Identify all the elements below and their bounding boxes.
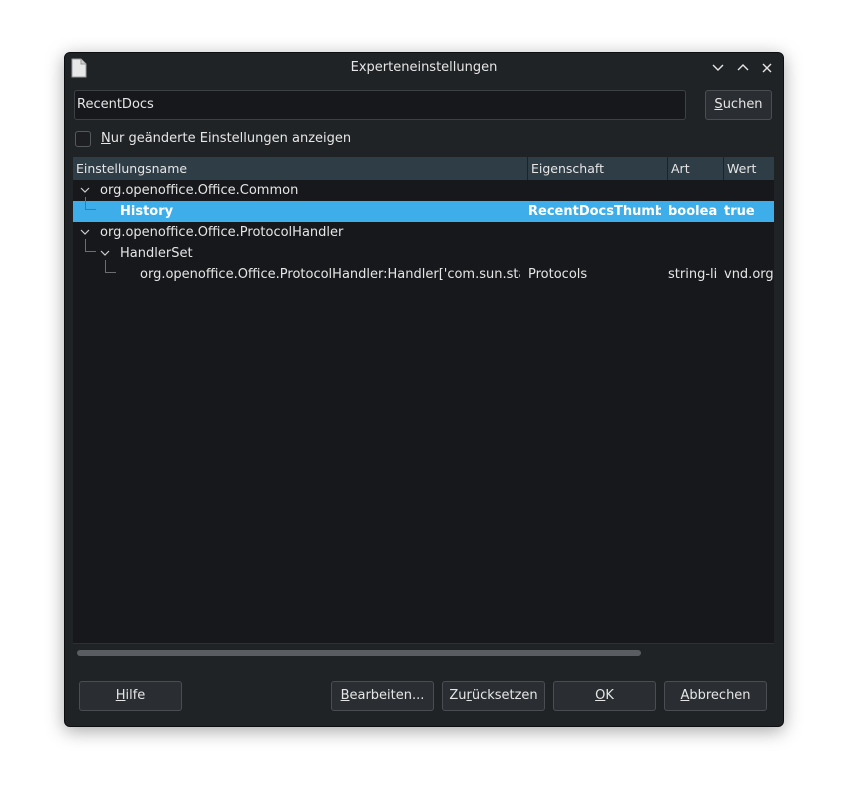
setting-name: HandlerSet: [120, 246, 193, 261]
changed-only-checkbox[interactable]: [75, 131, 91, 147]
edit-button[interactable]: Bearbeiten...: [331, 681, 434, 711]
minimize-icon[interactable]: [709, 59, 727, 77]
table-row[interactable]: HandlerSet: [73, 239, 774, 264]
column-header-value[interactable]: Wert: [724, 157, 774, 180]
setting-name: History: [120, 204, 174, 219]
close-icon[interactable]: [758, 59, 776, 77]
column-header-name[interactable]: Einstellungsname: [73, 157, 528, 180]
table-row[interactable]: History RecentDocsThumbn booleal true: [73, 197, 774, 222]
scroll-track: [73, 643, 774, 644]
table-header: Einstellungsname Eigenschaft Art Wert: [73, 157, 774, 180]
setting-value: true: [724, 204, 755, 219]
setting-property: RecentDocsThumbn: [528, 204, 661, 219]
expert-settings-dialog: Experteneinstellungen RecentDocs Suchen …: [64, 52, 784, 727]
setting-name: org.openoffice.Office.ProtocolHandler:Ha…: [140, 267, 520, 282]
setting-name: org.openoffice.Office.ProtocolHandler: [100, 225, 344, 240]
settings-table: Einstellungsname Eigenschaft Art Wert or…: [73, 157, 774, 643]
setting-property: Protocols: [528, 267, 588, 282]
table-row[interactable]: org.openoffice.Office.Common: [73, 180, 774, 201]
title-bar: Experteneinstellungen: [65, 53, 783, 83]
ok-button[interactable]: OK: [553, 681, 656, 711]
maximize-icon[interactable]: [734, 59, 752, 77]
window-title: Experteneinstellungen: [350, 60, 498, 75]
column-header-property[interactable]: Eigenschaft: [528, 157, 668, 180]
help-button[interactable]: Hilfe: [79, 681, 182, 711]
setting-type: booleal: [668, 204, 718, 219]
setting-type: string-lis: [668, 267, 718, 282]
column-header-type[interactable]: Art: [668, 157, 724, 180]
tree-connector: [85, 197, 96, 210]
horizontal-scrollbar[interactable]: [77, 650, 641, 656]
setting-name: org.openoffice.Office.Common: [100, 183, 299, 198]
changed-only-label: Nur geänderte Einstellungen anzeigen: [101, 131, 352, 146]
search-input[interactable]: RecentDocs: [74, 90, 686, 120]
table-row[interactable]: org.openoffice.Office.ProtocolHandler: [73, 222, 774, 243]
setting-value: vnd.org.: [724, 267, 774, 282]
table-row[interactable]: org.openoffice.Office.ProtocolHandler:Ha…: [73, 260, 774, 285]
tree-connector: [105, 260, 116, 273]
search-button[interactable]: Suchen: [705, 90, 772, 120]
reset-button[interactable]: Zurücksetzen: [442, 681, 545, 711]
tree-connector: [85, 239, 96, 252]
search-button-mnemonic: S: [714, 97, 723, 112]
search-button-label: uchen: [722, 97, 763, 112]
cancel-button[interactable]: Abbrechen: [664, 681, 767, 711]
